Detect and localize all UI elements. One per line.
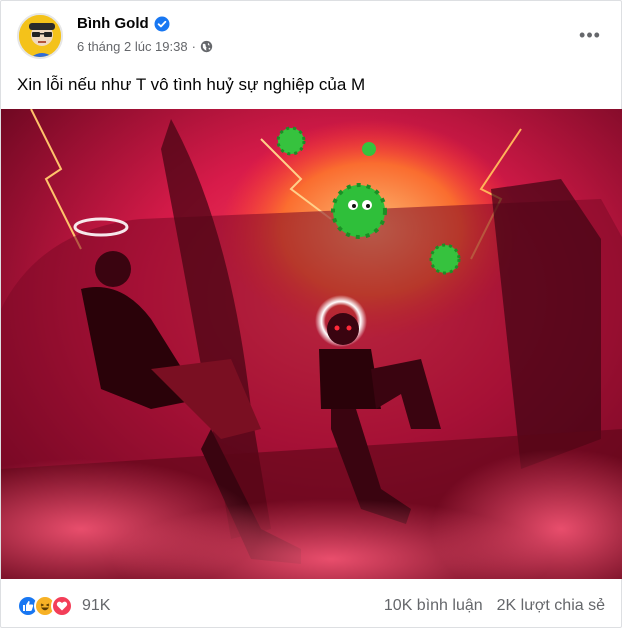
love-icon bbox=[51, 595, 73, 617]
author-name-row: Bình Gold bbox=[77, 15, 170, 32]
virus-small-3 bbox=[362, 142, 376, 156]
more-options-icon[interactable]: ••• bbox=[575, 23, 605, 47]
post-meta: 6 tháng 2 lúc 19:38 · bbox=[77, 39, 213, 54]
post-caption: Xin lỗi nếu như T vô tình huỷ sự nghiệp … bbox=[17, 75, 366, 94]
post-photo[interactable] bbox=[1, 109, 622, 579]
author-name[interactable]: Bình Gold bbox=[77, 15, 149, 32]
post-header: Bình Gold 6 tháng 2 lúc 19:38 · ••• bbox=[17, 13, 605, 61]
globe-icon[interactable] bbox=[200, 40, 213, 53]
post-stats: 10K bình luận 2K lượt chia sẻ bbox=[384, 597, 605, 615]
reaction-icons bbox=[17, 595, 73, 617]
author-avatar[interactable] bbox=[17, 13, 63, 59]
meta-separator: · bbox=[191, 39, 196, 54]
virus-small-1 bbox=[276, 126, 306, 156]
virus-small-2 bbox=[429, 243, 461, 275]
post-footer: 91K 10K bình luận 2K lượt chia sẻ bbox=[17, 591, 605, 621]
post-card: Bình Gold 6 tháng 2 lúc 19:38 · ••• Xin … bbox=[0, 0, 622, 628]
post-timestamp[interactable]: 6 tháng 2 lúc 19:38 bbox=[77, 39, 188, 54]
reaction-count[interactable]: 91K bbox=[82, 597, 110, 615]
verified-badge-icon bbox=[154, 16, 170, 31]
virus-large bbox=[331, 183, 387, 239]
reactions-summary[interactable]: 91K bbox=[17, 595, 110, 617]
comment-count[interactable]: 10K bình luận bbox=[384, 597, 483, 615]
share-count[interactable]: 2K lượt chia sẻ bbox=[497, 597, 605, 615]
